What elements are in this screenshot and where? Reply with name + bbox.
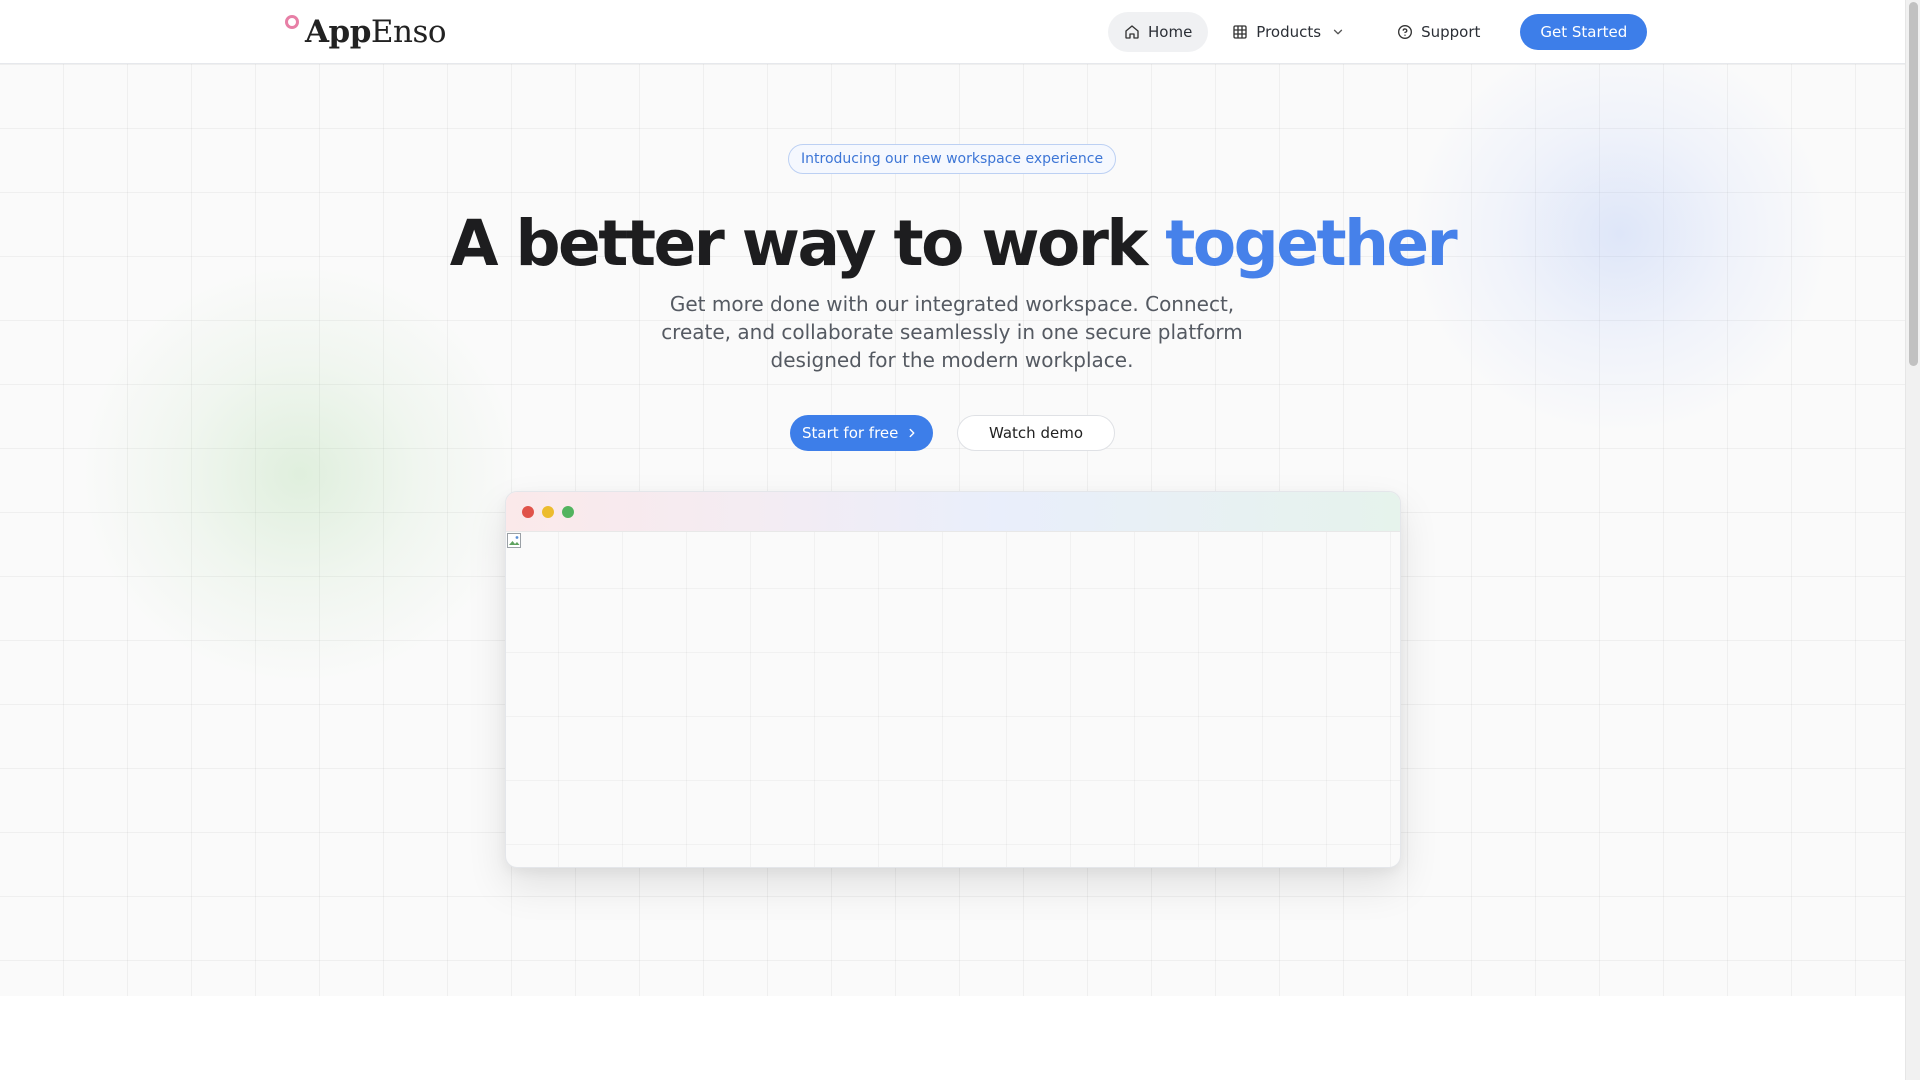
window-close-dot-icon — [522, 506, 534, 518]
help-circle-icon — [1398, 25, 1413, 39]
nav-home[interactable]: Home — [1108, 12, 1209, 52]
start-for-free-label: Start for free — [802, 424, 899, 442]
window-maximize-dot-icon — [562, 506, 574, 518]
chevron-down-icon — [1333, 29, 1343, 35]
nav-products[interactable]: Products — [1216, 12, 1361, 52]
nav-support-label: Support — [1421, 23, 1481, 41]
home-icon — [1125, 25, 1139, 39]
brand-name-rest: Enso — [370, 14, 447, 50]
preview-content — [506, 532, 1400, 867]
brand-name: AppEnso — [305, 12, 447, 52]
headline-accent: together — [1165, 207, 1458, 280]
grid-icon — [1233, 25, 1247, 39]
hero-headline: A better way to work together — [0, 204, 1905, 284]
scrollbar-thumb[interactable] — [1909, 2, 1918, 366]
nav-home-label: Home — [1148, 23, 1193, 41]
app-preview-window — [505, 491, 1401, 868]
headline-main: A better way to work — [449, 207, 1166, 280]
nav-support[interactable]: Support — [1381, 12, 1496, 52]
main-nav: Home Products Support Get Started — [1108, 12, 1648, 52]
hero-section: Introducing our new workspace experience… — [0, 64, 1905, 996]
announcement-badge[interactable]: Introducing our new workspace experience — [788, 144, 1117, 174]
window-minimize-dot-icon — [542, 506, 554, 518]
site-header: AppEnso Home Products Support Get Starte… — [0, 0, 1905, 64]
preview-title-bar — [506, 492, 1400, 532]
logo-ring-icon — [285, 15, 299, 29]
brand-logo[interactable]: AppEnso — [285, 12, 447, 52]
start-for-free-button[interactable]: Start for free — [790, 415, 933, 451]
page: AppEnso Home Products Support Get Starte… — [0, 0, 1920, 1080]
watch-demo-button[interactable]: Watch demo — [957, 415, 1115, 451]
chevron-right-icon — [909, 428, 915, 438]
hero-subhead: Get more done with our integrated worksp… — [661, 292, 1243, 372]
page-scrollbar[interactable] — [1905, 0, 1920, 1080]
green-glow-decoration — [80, 264, 520, 684]
broken-image-icon — [507, 533, 521, 548]
get-started-button[interactable]: Get Started — [1520, 14, 1648, 50]
brand-name-bold: App — [305, 14, 371, 50]
nav-products-label: Products — [1256, 23, 1322, 41]
